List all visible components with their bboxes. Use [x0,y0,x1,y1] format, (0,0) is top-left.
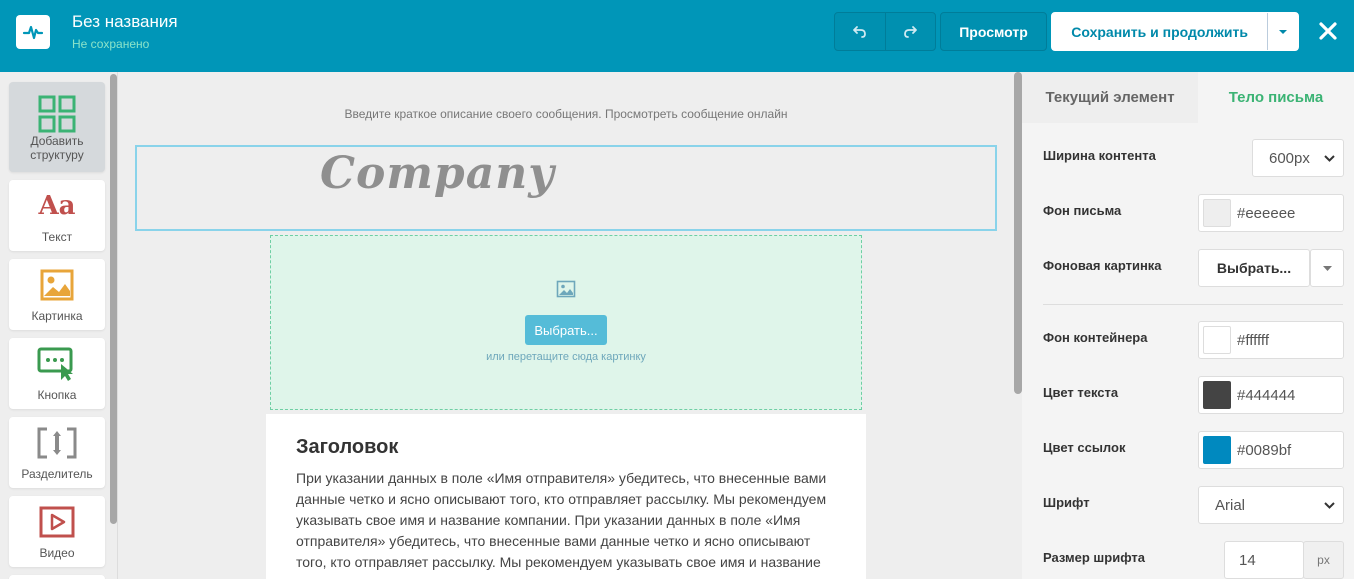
choose-image-button[interactable]: Выбрать... [525,315,607,345]
color-swatch[interactable] [1203,199,1231,227]
content-width-value: 600px [1269,149,1310,167]
sidebar-item-label: Кнопка [37,388,77,402]
app-logo[interactable] [16,15,50,49]
content-width-select[interactable]: 600px [1252,139,1344,177]
close-button[interactable] [1313,16,1343,46]
sidebar-item-structure[interactable]: Добавить структуру [9,82,105,172]
sidebar-item-label: Разделитель [21,467,93,481]
sidebar-item-divider[interactable]: Разделитель [9,417,105,488]
sidebar-item-button[interactable]: Кнопка [9,338,105,409]
logo-block[interactable] [135,145,997,231]
undo-icon [852,25,866,38]
video-icon [9,504,105,540]
content-width-label: Ширина контента [1043,148,1156,163]
chevron-down-icon [1322,265,1332,271]
company-logo: Company [320,148,555,199]
drop-hint-text: или перетащите сюда картинку [486,351,646,363]
tab-current-element[interactable]: Текущий элемент [1022,72,1198,123]
tab-email-body[interactable]: Тело письма [1198,72,1354,123]
container-bg-value: #ffffff [1237,331,1269,349]
font-value: Arial [1215,496,1246,514]
chevron-down-icon [1324,501,1335,509]
redo-button[interactable] [884,13,936,50]
link-color-value: #0089bf [1237,441,1292,459]
bg-image-dropdown[interactable] [1310,249,1344,287]
sidebar-scrollbar[interactable] [110,74,117,524]
email-bg-label: Фон письма [1043,203,1122,218]
font-size-label: Размер шрифта [1043,550,1145,565]
save-continue-button[interactable]: Сохранить и продолжить [1051,12,1299,51]
redo-icon [904,25,918,38]
button-cursor-icon [9,346,105,382]
font-label: Шрифт [1043,495,1090,510]
email-bg-color-field[interactable]: #eeeeee [1198,194,1344,232]
document-title[interactable]: Без названия [72,12,178,32]
container-bg-label: Фон контейнера [1043,330,1148,345]
text-color-label: Цвет текста [1043,385,1119,400]
save-continue-label: Сохранить и продолжить [1071,23,1248,40]
text-color-value: #444444 [1237,386,1296,404]
text-block-heading[interactable]: Заголовок [296,436,398,459]
sidebar-item-label: Добавить структуру [30,134,84,162]
font-size-value: 14 [1239,551,1256,569]
font-select[interactable]: Arial [1198,486,1344,524]
text-color-field[interactable]: #444444 [1198,376,1344,414]
bg-image-label: Фоновая картинка [1043,258,1162,273]
undo-redo-group [834,12,936,51]
preview-button[interactable]: Просмотр [940,12,1047,51]
canvas-scrollbar[interactable] [1014,72,1022,394]
save-status: Не сохранено [72,37,150,51]
close-icon [1319,22,1337,40]
container-bg-color-field[interactable]: #ffffff [1198,321,1344,359]
text-block-body[interactable]: При указании данных в поле «Имя отправит… [296,468,836,573]
color-swatch[interactable] [1203,436,1231,464]
grid-structure-icon [9,95,105,133]
chevron-down-icon [1279,29,1288,34]
undo-button[interactable] [835,13,885,50]
sidebar-item-text[interactable]: Aa Текст [9,180,105,251]
sidebar-item-video[interactable]: Видео [9,496,105,567]
save-options-dropdown[interactable] [1267,13,1298,50]
panel-divider [1043,304,1343,305]
bg-image-choose-button[interactable]: Выбрать... [1198,249,1310,287]
image-icon [556,280,576,298]
link-color-label: Цвет ссылок [1043,440,1126,455]
font-size-unit: px [1303,541,1344,579]
link-color-field[interactable]: #0089bf [1198,431,1344,469]
sidebar-item-more[interactable] [9,575,105,579]
sidebar-item-image[interactable]: Картинка [9,259,105,330]
color-swatch[interactable] [1203,326,1231,354]
font-size-input[interactable]: 14 [1224,541,1304,579]
preheader-text[interactable]: Введите краткое описание своего сообщени… [135,107,997,121]
chevron-down-icon [1324,154,1335,162]
pulse-icon [22,25,44,40]
divider-icon [9,425,105,461]
sidebar-item-label: Видео [39,546,75,560]
email-bg-value: #eeeeee [1237,204,1296,222]
text-aa-icon: Aa [38,191,76,221]
image-icon [9,267,105,303]
sidebar-item-label: Текст [41,230,73,244]
color-swatch[interactable] [1203,381,1231,409]
sidebar-item-label: Картинка [31,309,83,323]
